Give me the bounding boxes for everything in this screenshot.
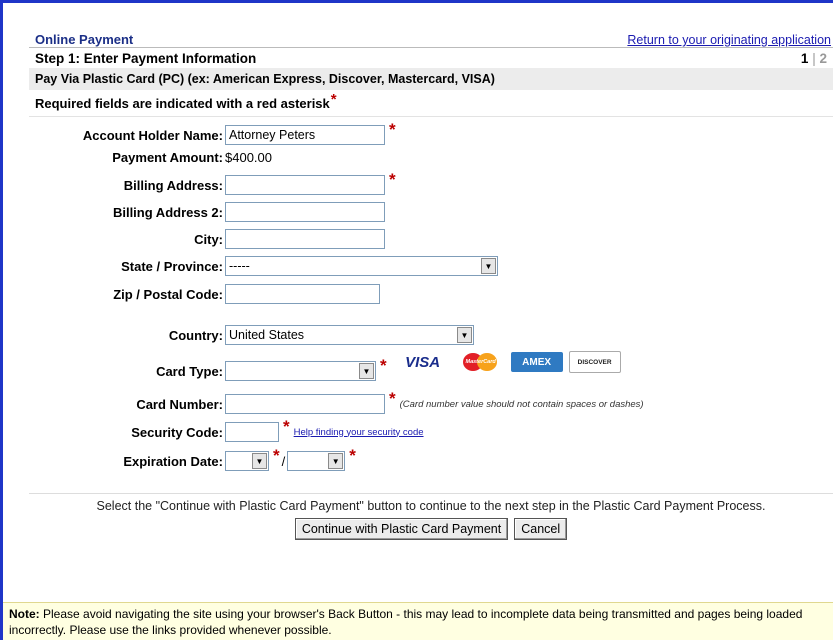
payment-form: Account Holder Name: * Payment Amount: $… [29, 117, 833, 479]
form-footer: Select the "Continue with Plastic Card P… [29, 493, 833, 540]
navigation-note: Note: Please avoid navigating the site u… [3, 602, 833, 640]
step-header: Step 1: Enter Payment Information 1 | 2 [29, 47, 833, 68]
discover-logo: DISCOVER [568, 351, 621, 373]
billing-address2-label: Billing Address 2: [112, 204, 223, 220]
return-link[interactable]: Return to your originating application [627, 33, 831, 47]
payment-amount-value: $400.00 [225, 149, 272, 165]
chevron-down-icon[interactable]: ▼ [481, 258, 496, 274]
card-number-hint: (Card number value should not contain sp… [399, 398, 644, 410]
pay-via-banner: Pay Via Plastic Card (PC) (ex: American … [29, 68, 833, 90]
account-holder-asterisk: * [389, 120, 396, 139]
country-row: Country: United States ▼ [29, 324, 474, 346]
step-title: Step 1: Enter Payment Information [35, 50, 257, 66]
form-buttons: Continue with Plastic Card Payment Cance… [29, 518, 833, 540]
city-input[interactable] [225, 229, 385, 249]
security-code-row: Security Code: * Help finding your secur… [29, 417, 424, 443]
expiration-row: Expiration Date: ▼ * / ▼ * [29, 446, 356, 472]
chevron-down-icon[interactable]: ▼ [457, 327, 472, 343]
cancel-button[interactable]: Cancel [514, 518, 568, 540]
pay-via-text: Pay Via Plastic Card (PC) (ex: American … [35, 72, 495, 86]
expiration-month-select[interactable]: ▼ [225, 451, 269, 471]
chevron-down-icon[interactable]: ▼ [359, 363, 374, 379]
continue-button[interactable]: Continue with Plastic Card Payment [294, 518, 509, 540]
note-text: Please avoid navigating the site using y… [9, 607, 803, 637]
payment-amount-label: Payment Amount: [112, 149, 223, 165]
page-title: Online Payment [35, 32, 134, 47]
payment-panel: Online Payment Return to your originatin… [29, 27, 833, 479]
step-separator: | [812, 50, 816, 66]
continue-instructions: Select the "Continue with Plastic Card P… [96, 499, 766, 513]
step-current: 1 [800, 50, 809, 66]
country-select-value: United States [229, 328, 305, 342]
note-label: Note: [9, 607, 40, 621]
card-number-label: Card Number: [136, 396, 223, 412]
card-number-input[interactable] [225, 394, 385, 414]
chevron-down-icon[interactable]: ▼ [252, 453, 267, 469]
required-note-text: Required fields are indicated with a red… [35, 95, 330, 111]
state-label: State / Province: [121, 258, 223, 274]
state-select-value: ----- [229, 259, 250, 273]
account-holder-label: Account Holder Name: [82, 127, 223, 143]
billing-address2-input[interactable] [225, 202, 385, 222]
country-label: Country: [168, 327, 223, 343]
step-indicator: 1 | 2 [801, 51, 827, 66]
billing-address-asterisk: * [389, 170, 396, 189]
zip-input[interactable] [225, 284, 380, 304]
visa-logo: VISA [394, 352, 451, 372]
required-asterisk: * [330, 90, 337, 108]
account-holder-row: Account Holder Name: * [29, 120, 396, 146]
security-code-asterisk: * [283, 417, 290, 436]
chevron-down-icon[interactable]: ▼ [328, 453, 344, 469]
card-logos: VISA MasterCard AMEX DISCOVER [394, 351, 621, 373]
expiration-year-asterisk: * [349, 446, 356, 465]
zip-label: Zip / Postal Code: [113, 286, 223, 302]
zip-row: Zip / Postal Code: [29, 283, 380, 305]
state-select[interactable]: ----- ▼ [225, 256, 498, 276]
billing-address-row: Billing Address: * [29, 170, 396, 196]
card-type-asterisk: * [380, 356, 387, 375]
mastercard-logo: MasterCard [457, 352, 505, 372]
step-next: 2 [819, 50, 827, 66]
card-type-select[interactable]: ▼ [225, 361, 376, 381]
expiration-separator: / [281, 453, 286, 469]
billing-address-input[interactable] [225, 175, 385, 195]
card-number-asterisk: * [389, 389, 396, 408]
card-type-row: Card Type: ▼ * VISA MasterCard AMEX DISC… [29, 351, 621, 382]
required-note: Required fields are indicated with a red… [29, 90, 833, 117]
expiration-month-asterisk: * [273, 446, 280, 465]
card-type-label: Card Type: [156, 363, 223, 379]
expiration-label: Expiration Date: [123, 453, 223, 469]
security-help-link[interactable]: Help finding your security code [294, 427, 424, 438]
security-code-label: Security Code: [131, 424, 223, 440]
billing-address2-row: Billing Address 2: [29, 201, 385, 223]
security-code-input[interactable] [225, 422, 279, 442]
amex-logo: AMEX [510, 352, 563, 372]
billing-address-label: Billing Address: [123, 177, 223, 193]
city-row: City: [29, 228, 385, 250]
expiration-year-select[interactable]: ▼ [287, 451, 346, 471]
panel-header: Online Payment Return to your originatin… [29, 27, 833, 47]
payment-amount-row: Payment Amount: $400.00 [29, 146, 272, 168]
account-holder-input[interactable] [225, 125, 385, 145]
state-row: State / Province: ----- ▼ [29, 255, 498, 277]
card-number-row: Card Number: * (Card number value should… [29, 389, 644, 415]
city-label: City: [194, 231, 223, 247]
country-select[interactable]: United States ▼ [225, 325, 474, 345]
